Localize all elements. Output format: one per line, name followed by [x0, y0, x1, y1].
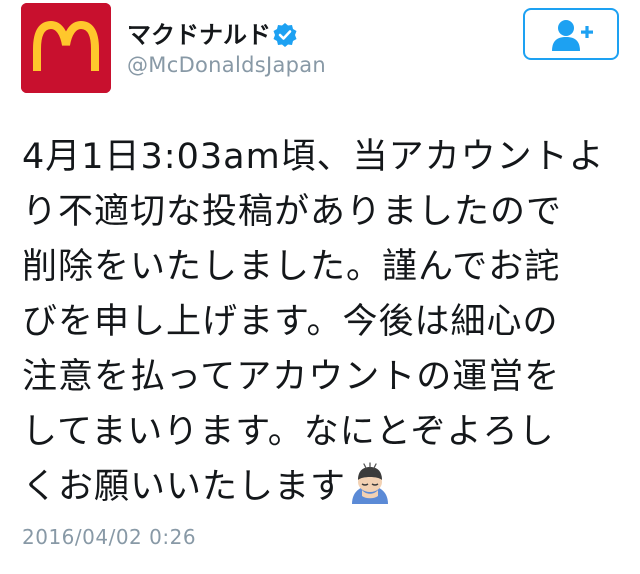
verified-badge-icon — [273, 23, 297, 47]
tweet-last-line: くお願いいたします — [22, 460, 622, 515]
tweet-line: 削除をいたしました。謹んでお詫 — [22, 247, 561, 287]
tweet-line: り不適切な投稿がありましたので — [22, 192, 563, 232]
tweet-line: くお願いいたします — [22, 467, 347, 507]
mcdonalds-logo-icon — [21, 3, 111, 93]
tweet-line: 注意を払ってアカウントの運営を — [22, 357, 561, 397]
tweet-line: してまいります。なにとぞよろし — [22, 412, 555, 452]
display-name[interactable]: マクドナルド — [127, 20, 271, 50]
tweet-line: びを申し上げます。今後は細心の — [22, 302, 559, 342]
account-handle[interactable]: @McDonaldsJapan — [127, 52, 326, 78]
tweet-text: 4月1日3:03am頃、当アカウントよ り不適切な投稿がありましたので 削除をい… — [22, 130, 622, 515]
tweet-line: 4月1日3:03am頃、当アカウントよ — [22, 137, 605, 177]
avatar[interactable] — [21, 3, 111, 93]
tweet-timestamp[interactable]: 2016/04/02 0:26 — [22, 524, 196, 550]
person-bowing-emoji-icon — [352, 462, 389, 504]
follow-button[interactable] — [523, 8, 619, 60]
add-user-icon — [552, 20, 593, 51]
